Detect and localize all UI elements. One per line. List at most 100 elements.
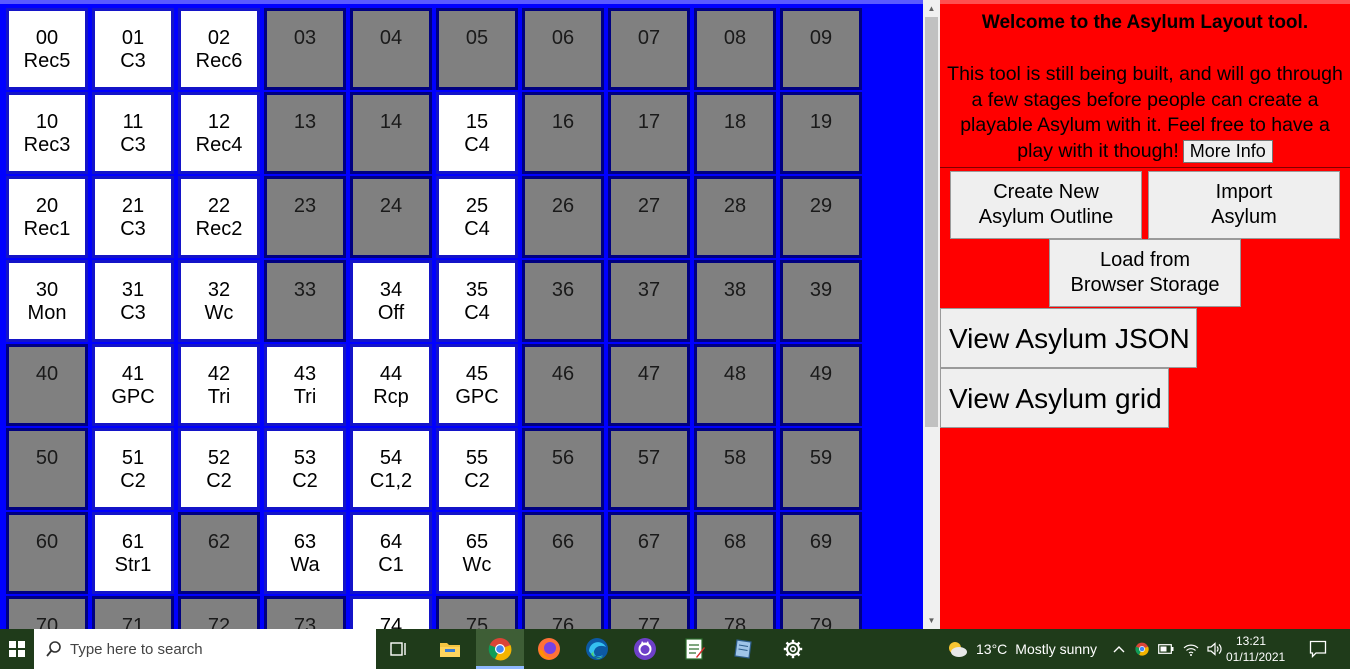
grid-cell-51[interactable]: 51 C2 xyxy=(92,428,174,510)
grid-cell-28[interactable]: 28 xyxy=(694,176,776,258)
grid-cell-69[interactable]: 69 xyxy=(780,512,862,594)
grid-cell-56[interactable]: 56 xyxy=(522,428,604,510)
file-explorer-icon[interactable] xyxy=(428,629,472,669)
grid-cell-13[interactable]: 13 xyxy=(264,92,346,174)
grid-cell-74[interactable]: 74 xyxy=(350,596,432,629)
grid-cell-01[interactable]: 01 C3 xyxy=(92,8,174,90)
grid-cell-02[interactable]: 02 Rec6 xyxy=(178,8,260,90)
settings-gear-icon[interactable] xyxy=(770,629,816,669)
grid-cell-55[interactable]: 55 C2 xyxy=(436,428,518,510)
grid-cell-78[interactable]: 78 xyxy=(694,596,776,629)
grid-cell-66[interactable]: 66 xyxy=(522,512,604,594)
grid-cell-17[interactable]: 17 xyxy=(608,92,690,174)
view-asylum-json-button[interactable]: View Asylum JSON xyxy=(940,308,1197,368)
grid-cell-34[interactable]: 34 Off xyxy=(350,260,432,342)
grid-cell-71[interactable]: 71 xyxy=(92,596,174,629)
grid-cell-30[interactable]: 30 Mon xyxy=(6,260,88,342)
more-info-button[interactable]: More Info xyxy=(1182,139,1273,163)
battery-icon[interactable] xyxy=(1156,629,1176,669)
grid-cell-59[interactable]: 59 xyxy=(780,428,862,510)
grid-cell-24[interactable]: 24 xyxy=(350,176,432,258)
github-desktop-icon[interactable] xyxy=(622,629,668,669)
grid-cell-63[interactable]: 63 Wa xyxy=(264,512,346,594)
grid-cell-44[interactable]: 44 Rcp xyxy=(350,344,432,426)
grid-cell-18[interactable]: 18 xyxy=(694,92,776,174)
create-new-asylum-outline-button[interactable]: Create New Asylum Outline xyxy=(950,171,1142,239)
grid-cell-54[interactable]: 54 C1,2 xyxy=(350,428,432,510)
grid-cell-09[interactable]: 09 xyxy=(780,8,862,90)
volume-icon[interactable] xyxy=(1204,629,1226,669)
edge-icon[interactable] xyxy=(574,629,620,669)
grid-cell-05[interactable]: 05 xyxy=(436,8,518,90)
grid-cell-62[interactable]: 62 xyxy=(178,512,260,594)
grid-cell-23[interactable]: 23 xyxy=(264,176,346,258)
grid-cell-43[interactable]: 43 Tri xyxy=(264,344,346,426)
grid-cell-33[interactable]: 33 xyxy=(264,260,346,342)
grid-cell-19[interactable]: 19 xyxy=(780,92,862,174)
grid-cell-38[interactable]: 38 xyxy=(694,260,776,342)
taskbar-clock[interactable]: 13:21 01/11/2021 xyxy=(1226,633,1285,665)
grid-cell-39[interactable]: 39 xyxy=(780,260,862,342)
chrome-tray-icon[interactable] xyxy=(1132,629,1152,669)
windows-start-icon[interactable] xyxy=(0,629,34,669)
notes-app-icon[interactable] xyxy=(720,629,768,669)
grid-cell-64[interactable]: 64 C1 xyxy=(350,512,432,594)
grid-cell-37[interactable]: 37 xyxy=(608,260,690,342)
grid-cell-77[interactable]: 77 xyxy=(608,596,690,629)
vertical-scrollbar[interactable]: ▲ ▼ xyxy=(923,0,940,629)
grid-cell-76[interactable]: 76 xyxy=(522,596,604,629)
import-asylum-button[interactable]: Import Asylum xyxy=(1148,171,1340,239)
grid-cell-36[interactable]: 36 xyxy=(522,260,604,342)
grid-cell-60[interactable]: 60 xyxy=(6,512,88,594)
grid-cell-67[interactable]: 67 xyxy=(608,512,690,594)
grid-cell-53[interactable]: 53 C2 xyxy=(264,428,346,510)
grid-cell-79[interactable]: 79 xyxy=(780,596,862,629)
chrome-icon[interactable] xyxy=(476,629,524,669)
grid-cell-35[interactable]: 35 C4 xyxy=(436,260,518,342)
grid-cell-70[interactable]: 70 xyxy=(6,596,88,629)
grid-cell-50[interactable]: 50 xyxy=(6,428,88,510)
grid-cell-11[interactable]: 11 C3 xyxy=(92,92,174,174)
grid-cell-07[interactable]: 07 xyxy=(608,8,690,90)
grid-cell-10[interactable]: 10 Rec3 xyxy=(6,92,88,174)
grid-cell-12[interactable]: 12 Rec4 xyxy=(178,92,260,174)
load-from-browser-storage-button[interactable]: Load from Browser Storage xyxy=(1049,239,1241,307)
grid-cell-32[interactable]: 32 Wc xyxy=(178,260,260,342)
grid-cell-31[interactable]: 31 C3 xyxy=(92,260,174,342)
grid-cell-75[interactable]: 75 xyxy=(436,596,518,629)
grid-cell-58[interactable]: 58 xyxy=(694,428,776,510)
grid-cell-46[interactable]: 46 xyxy=(522,344,604,426)
scrollbar-thumb[interactable] xyxy=(925,17,938,427)
grid-cell-48[interactable]: 48 xyxy=(694,344,776,426)
grid-cell-25[interactable]: 25 C4 xyxy=(436,176,518,258)
grid-cell-65[interactable]: 65 Wc xyxy=(436,512,518,594)
grid-cell-00[interactable]: 00 Rec5 xyxy=(6,8,88,90)
weather-widget[interactable]: 13°C Mostly sunny xyxy=(946,629,1097,669)
grid-cell-20[interactable]: 20 Rec1 xyxy=(6,176,88,258)
view-asylum-grid-button[interactable]: View Asylum grid xyxy=(940,368,1169,428)
grid-cell-21[interactable]: 21 C3 xyxy=(92,176,174,258)
firefox-icon[interactable] xyxy=(526,629,572,669)
chevron-up-icon[interactable] xyxy=(1110,629,1128,669)
grid-cell-14[interactable]: 14 xyxy=(350,92,432,174)
grid-cell-49[interactable]: 49 xyxy=(780,344,862,426)
task-view-icon[interactable] xyxy=(382,629,416,669)
grid-cell-27[interactable]: 27 xyxy=(608,176,690,258)
grid-cell-26[interactable]: 26 xyxy=(522,176,604,258)
grid-cell-68[interactable]: 68 xyxy=(694,512,776,594)
grid-cell-15[interactable]: 15 C4 xyxy=(436,92,518,174)
grid-cell-47[interactable]: 47 xyxy=(608,344,690,426)
grid-cell-40[interactable]: 40 xyxy=(6,344,88,426)
notifications-icon[interactable] xyxy=(1300,629,1336,669)
grid-cell-16[interactable]: 16 xyxy=(522,92,604,174)
grid-cell-03[interactable]: 03 xyxy=(264,8,346,90)
grid-cell-29[interactable]: 29 xyxy=(780,176,862,258)
grid-cell-52[interactable]: 52 C2 xyxy=(178,428,260,510)
grid-cell-08[interactable]: 08 xyxy=(694,8,776,90)
grid-cell-45[interactable]: 45 GPC xyxy=(436,344,518,426)
grid-cell-57[interactable]: 57 xyxy=(608,428,690,510)
grid-cell-06[interactable]: 06 xyxy=(522,8,604,90)
grid-cell-41[interactable]: 41 GPC xyxy=(92,344,174,426)
grid-cell-72[interactable]: 72 xyxy=(178,596,260,629)
grid-cell-04[interactable]: 04 xyxy=(350,8,432,90)
